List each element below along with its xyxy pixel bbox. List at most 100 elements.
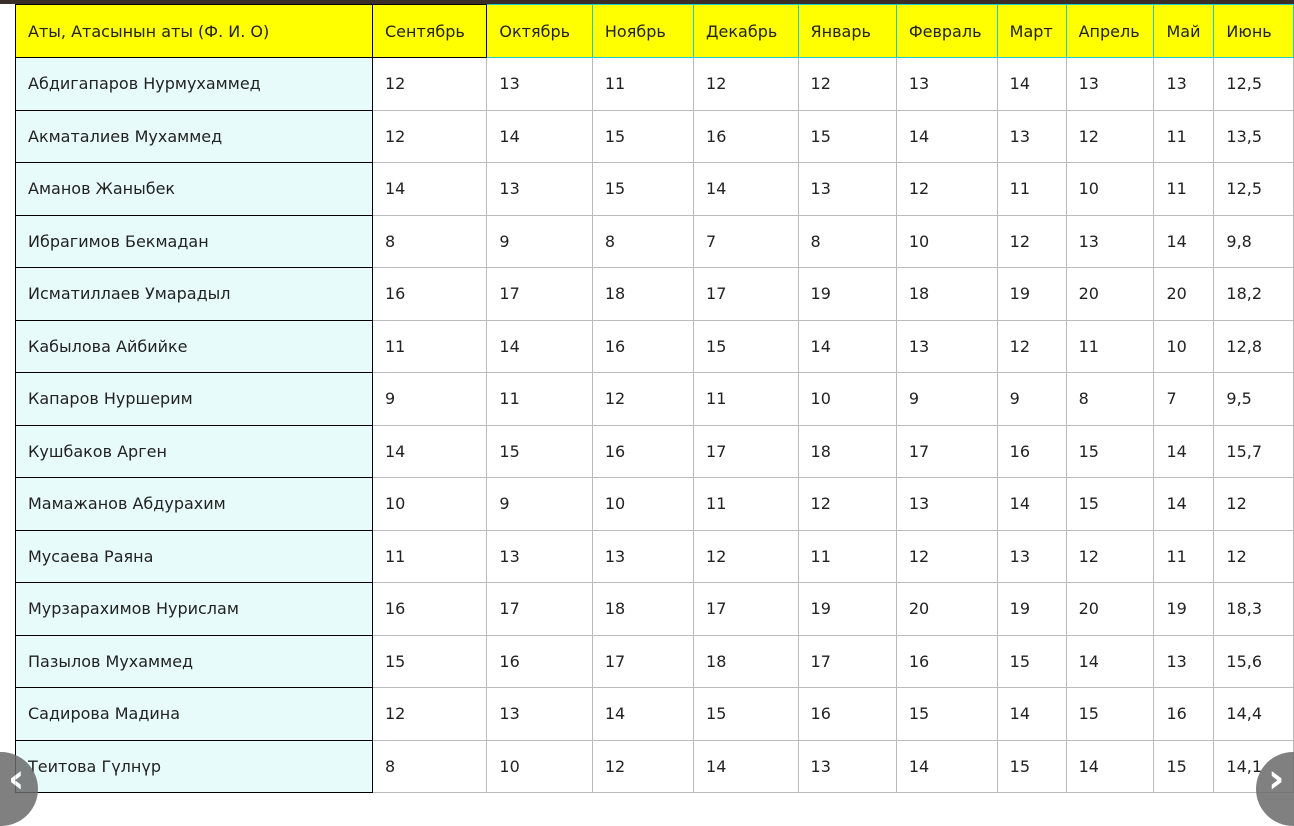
header-month: Март [996, 4, 1067, 58]
student-name: Кушбаков Арген [15, 424, 373, 478]
table-row: Мусаева Раяна 11 13 13 12 11 12 13 12 11 12 [15, 529, 1294, 583]
grade-cell: 10 [895, 214, 998, 268]
grade-cell: 12 [1213, 477, 1294, 531]
grade-cell: 14 [693, 162, 799, 216]
grade-cell: 14 [591, 687, 695, 741]
grade-cell: 11 [797, 529, 897, 583]
grade-cell: 14 [1153, 214, 1215, 268]
grade-cell: 17 [797, 634, 897, 688]
grade-cell: 13 [895, 57, 998, 111]
grade-cell: 14 [1065, 739, 1155, 793]
grade-cell: 9 [371, 372, 488, 426]
grade-cell: 13 [996, 529, 1067, 583]
grade-cell: 13,5 [1213, 109, 1294, 163]
grade-cell: 7 [693, 214, 799, 268]
grade-cell: 14 [1153, 424, 1215, 478]
grade-cell: 18,2 [1213, 267, 1294, 321]
grade-cell: 14 [895, 739, 998, 793]
grade-cell: 16 [371, 267, 488, 321]
student-name: Исматиллаев Умарадыл [15, 267, 373, 321]
grade-cell: 15 [1065, 477, 1155, 531]
chevron-left-icon: ‹ [8, 756, 25, 802]
grade-cell: 15 [591, 109, 695, 163]
grade-cell: 11 [1153, 109, 1215, 163]
grade-cell: 18,3 [1213, 582, 1294, 636]
grade-cell: 16 [797, 687, 897, 741]
grade-cell: 13 [797, 162, 897, 216]
table-row: Ибрагимов Бекмадан 8 9 8 7 8 10 12 13 14 9,8 [15, 214, 1294, 268]
grade-cell: 12 [1065, 109, 1155, 163]
student-name: Абдигапаров Нурмухаммед [15, 57, 373, 111]
grade-cell: 11 [1153, 162, 1215, 216]
table-row: Кабылова Айбийке 11 14 16 15 14 13 12 11 10 12,8 [15, 319, 1294, 373]
grade-cell: 16 [996, 424, 1067, 478]
grade-cell: 16 [591, 319, 695, 373]
grade-cell: 17 [486, 267, 593, 321]
grade-cell: 12 [693, 57, 799, 111]
grade-cell: 19 [996, 582, 1067, 636]
header-row: Аты, Атасынын аты (Ф. И. О) Сентябрь Октяб… [15, 4, 1294, 58]
grade-cell: 14 [996, 477, 1067, 531]
grade-cell: 15 [1065, 687, 1155, 741]
grade-cell: 16 [371, 582, 488, 636]
grade-cell: 14 [1153, 477, 1215, 531]
grade-cell: 11 [591, 57, 695, 111]
grade-cell: 9 [486, 477, 593, 531]
table-row: Кушбаков Арген 14 15 16 17 18 17 16 15 14 15,7 [15, 424, 1294, 478]
grade-cell: 11 [371, 529, 488, 583]
grade-cell: 9 [996, 372, 1067, 426]
grade-cell: 8 [797, 214, 897, 268]
grade-cell: 16 [895, 634, 998, 688]
grade-cell: 13 [591, 529, 695, 583]
grade-cell: 14 [996, 57, 1067, 111]
student-name: Садирова Мадина [15, 687, 373, 741]
grade-cell: 12,5 [1213, 57, 1294, 111]
grade-cell: 11 [693, 372, 799, 426]
header-month: Апрель [1065, 4, 1155, 58]
grade-cell: 20 [895, 582, 998, 636]
grade-cell: 17 [591, 634, 695, 688]
grade-cell: 13 [486, 162, 593, 216]
table-row: Аманов Жаныбек 14 13 15 14 13 12 11 10 11 12,5 [15, 162, 1294, 216]
grade-cell: 12 [1213, 529, 1294, 583]
table-row: Мамажанов Абдурахим 10 9 10 11 12 13 14 15 14 12 [15, 477, 1294, 531]
grade-cell: 17 [486, 582, 593, 636]
grade-cell: 12,8 [1213, 319, 1294, 373]
grade-cell: 13 [895, 319, 998, 373]
grade-cell: 11 [996, 162, 1067, 216]
grade-cell: 9,8 [1213, 214, 1294, 268]
grade-cell: 14 [371, 424, 488, 478]
grade-cell: 14 [996, 687, 1067, 741]
grade-cell: 18 [895, 267, 998, 321]
grade-cell: 13 [486, 57, 593, 111]
grade-cell: 8 [1065, 372, 1155, 426]
student-name: Пазылов Мухаммед [15, 634, 373, 688]
grade-cell: 13 [486, 529, 593, 583]
grade-cell: 15 [591, 162, 695, 216]
grade-cell: 8 [371, 214, 488, 268]
grade-cell: 15,6 [1213, 634, 1294, 688]
table-row: Акматалиев Мухаммед 12 14 15 16 15 14 13 12 11 13,… [15, 109, 1294, 163]
header-month: Июнь [1213, 4, 1294, 58]
grade-cell: 16 [693, 109, 799, 163]
grade-cell: 15 [1153, 739, 1215, 793]
grade-cell: 15 [895, 687, 998, 741]
chevron-right-icon: › [1268, 756, 1285, 802]
grade-cell: 10 [1065, 162, 1155, 216]
grade-cell: 15 [996, 634, 1067, 688]
header-name: Аты, Атасынын аты (Ф. И. О) [15, 4, 373, 58]
grade-cell: 11 [371, 319, 488, 373]
table-row: Капаров Нуршерим 9 11 12 11 10 9 9 8 7 9,5 [15, 372, 1294, 426]
grade-cell: 17 [693, 582, 799, 636]
grade-cell: 15 [693, 319, 799, 373]
grade-cell: 17 [693, 424, 799, 478]
grade-cell: 10 [371, 477, 488, 531]
grade-cell: 19 [996, 267, 1067, 321]
grade-cell: 12 [591, 372, 695, 426]
grade-cell: 13 [1153, 634, 1215, 688]
grade-cell: 19 [1153, 582, 1215, 636]
grade-cell: 15 [1065, 424, 1155, 478]
grade-cell: 12 [996, 319, 1067, 373]
grade-cell: 16 [591, 424, 695, 478]
header-month: Май [1153, 4, 1215, 58]
